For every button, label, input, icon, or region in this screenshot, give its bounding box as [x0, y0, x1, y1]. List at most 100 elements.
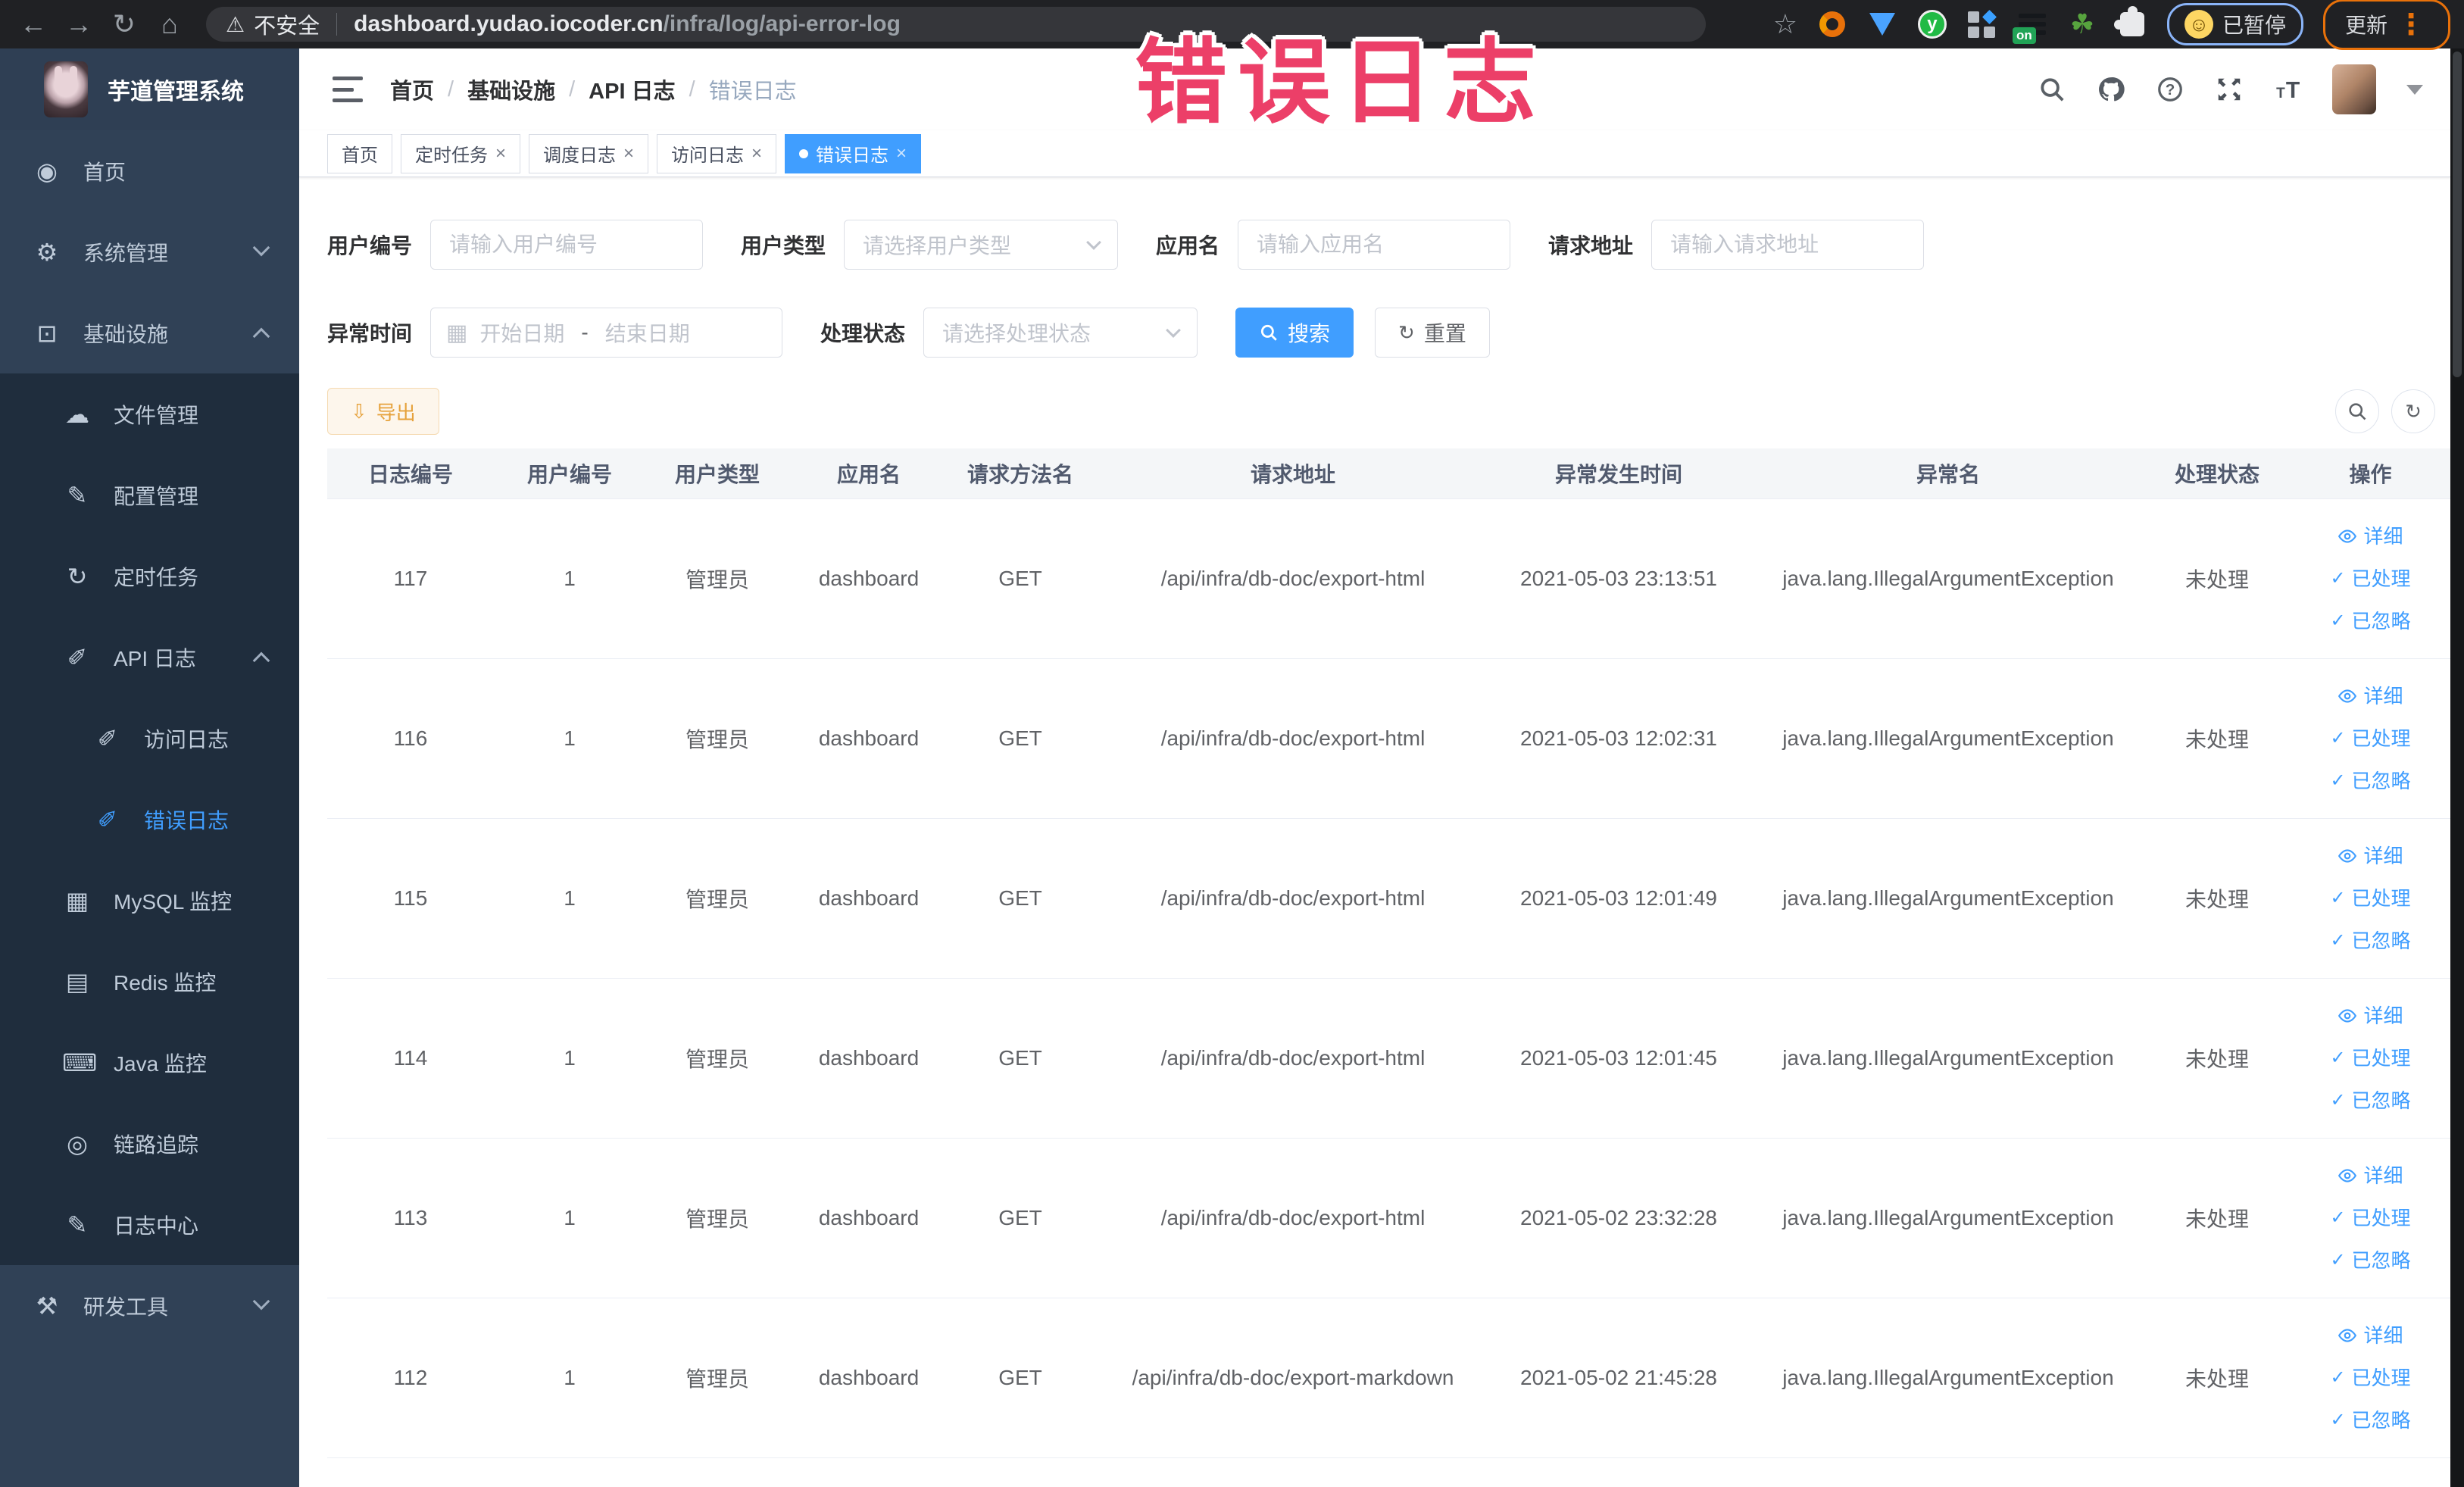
detail-link[interactable]: 详细	[2281, 1314, 2450, 1357]
tab[interactable]: 首页	[327, 133, 392, 173]
mark-processed-link[interactable]: ✓ 已处理	[2281, 1197, 2450, 1239]
sidebar-toggle-icon[interactable]	[333, 77, 363, 102]
mark-processed-link[interactable]: ✓ 已处理	[2281, 1037, 2450, 1079]
process-status-select[interactable]: 请选择处理状态	[923, 308, 1198, 358]
extension-leaf-icon[interactable]: ☘	[2067, 8, 2097, 39]
mark-ignored-link[interactable]: ✓ 已忽略	[2281, 1079, 2450, 1122]
export-button[interactable]: ⇩ 导出	[327, 388, 439, 435]
fullscreen-icon[interactable]	[2214, 74, 2244, 105]
detail-link[interactable]: 详细	[2281, 835, 2450, 877]
url-host[interactable]: dashboard.yudao.iocoder.cn	[354, 11, 663, 37]
mark-processed-link[interactable]: ✓ 已处理	[2281, 558, 2450, 600]
bookmark-star-icon[interactable]: ☆	[1773, 8, 1797, 40]
browser-menu-icon[interactable]: ⋮	[2397, 8, 2425, 42]
mark-ignored-link[interactable]: ✓ 已忽略	[2281, 1399, 2450, 1442]
reload-button[interactable]: ↻	[105, 5, 144, 44]
user-id-input[interactable]	[430, 220, 704, 270]
home-button[interactable]: ⌂	[150, 5, 189, 44]
detail-link[interactable]: 详细	[2281, 515, 2450, 558]
mark-ignored-link[interactable]: ✓ 已忽略	[2281, 600, 2450, 642]
process-status-placeholder: 请选择处理状态	[942, 322, 1091, 345]
tab-close-icon[interactable]: ×	[896, 144, 907, 163]
extension-orange-icon[interactable]	[1817, 9, 1847, 39]
tab-close-icon[interactable]: ×	[623, 144, 634, 163]
breadcrumb-link[interactable]: API 日志	[589, 73, 675, 105]
avatar[interactable]	[2332, 64, 2376, 114]
extension-y-icon[interactable]: y	[1917, 9, 1947, 39]
user-type-select[interactable]: 请选择用户类型	[844, 220, 1119, 270]
sidebar-item[interactable]: ✎ 日志中心	[0, 1184, 299, 1265]
timer-icon: ↻	[67, 562, 88, 590]
caret-down-icon[interactable]	[2406, 84, 2423, 95]
mark-ignored-link[interactable]: ✓ 已忽略	[2281, 920, 2450, 962]
url-path[interactable]: /infra/log/api-error-log	[664, 11, 901, 37]
request-url-input[interactable]	[1651, 220, 1925, 270]
sidebar-item-label: 研发工具	[83, 1295, 169, 1319]
sidebar-item[interactable]: ⌨ Java 监控	[0, 1022, 299, 1103]
column-header[interactable]: 日志编号	[327, 448, 494, 499]
sidebar-item[interactable]: ▤ Redis 监控	[0, 941, 299, 1022]
tab[interactable]: 调度日志 ×	[529, 133, 649, 173]
sidebar-item[interactable]: ↻ 定时任务	[0, 536, 299, 617]
mark-processed-link[interactable]: ✓ 已处理	[2281, 877, 2450, 920]
paused-extension-pill[interactable]: ☺ 已暂停	[2166, 3, 2303, 45]
sidebar-item[interactable]: ▦ MySQL 监控	[0, 860, 299, 941]
search-icon[interactable]	[2037, 74, 2067, 105]
column-header[interactable]: 处理状态	[2153, 448, 2281, 499]
mark-ignored-link[interactable]: ✓ 已忽略	[2281, 760, 2450, 802]
extension-on-icon[interactable]: on	[2012, 9, 2047, 44]
help-icon[interactable]: ?	[2155, 74, 2185, 105]
tab[interactable]: 错误日志 ×	[785, 133, 922, 173]
detail-link[interactable]: 详细	[2281, 675, 2450, 717]
app-name-input[interactable]	[1238, 220, 1511, 270]
security-label[interactable]: 不安全	[254, 8, 320, 40]
refresh-table-button[interactable]: ↻	[2391, 389, 2435, 433]
mark-processed-link[interactable]: ✓ 已处理	[2281, 717, 2450, 760]
reset-button[interactable]: ↻ 重置	[1375, 308, 1490, 358]
extension-grid-icon[interactable]	[1967, 9, 1997, 39]
column-header[interactable]: 应用名	[789, 448, 948, 499]
font-size-icon[interactable]: TT	[2273, 74, 2303, 105]
column-header[interactable]: 异常名	[1744, 448, 2153, 499]
mark-ignored-link[interactable]: ✓ 已忽略	[2281, 1239, 2450, 1282]
column-header[interactable]: 用户类型	[645, 448, 789, 499]
security-warning-icon[interactable]: ⚠	[226, 12, 245, 37]
sidebar-item[interactable]: ◎ 链路追踪	[0, 1103, 299, 1184]
breadcrumb-link[interactable]: 基础设施	[467, 73, 555, 105]
sidebar-item[interactable]: ✐ 访问日志	[0, 698, 299, 779]
search-button[interactable]: 搜索	[1235, 308, 1354, 358]
column-header[interactable]: 请求地址	[1092, 448, 1494, 499]
check-icon: ✓	[2330, 1409, 2346, 1430]
tab-close-icon[interactable]: ×	[495, 144, 506, 163]
extension-drop-icon[interactable]	[1867, 9, 1897, 39]
back-button[interactable]: ←	[14, 5, 53, 44]
extensions-puzzle-icon[interactable]	[2113, 6, 2147, 39]
column-header[interactable]: 请求方法名	[948, 448, 1092, 499]
github-icon[interactable]	[2096, 74, 2126, 105]
update-button[interactable]: 更新 ⋮	[2322, 0, 2450, 50]
sidebar-item[interactable]: ◉ 首页	[0, 130, 299, 211]
app-logo[interactable]: 芋道管理系统	[0, 48, 299, 130]
tab[interactable]: 访问日志 ×	[657, 133, 777, 173]
sidebar-item[interactable]: ⚙ 系统管理	[0, 211, 299, 292]
sidebar-item[interactable]: ✐ API 日志	[0, 617, 299, 698]
tab[interactable]: 定时任务 ×	[401, 133, 521, 173]
exception-time-range-picker[interactable]: ▦ 开始日期 - 结束日期	[430, 308, 783, 358]
breadcrumb-link[interactable]: 首页	[390, 73, 434, 105]
column-header[interactable]: 异常发生时间	[1494, 448, 1744, 499]
tab-close-icon[interactable]: ×	[751, 144, 762, 163]
page-scrollbar[interactable]	[2450, 48, 2464, 1487]
sidebar-item[interactable]: ⚒ 研发工具	[0, 1265, 299, 1346]
detail-link[interactable]: 详细	[2281, 995, 2450, 1037]
forward-button[interactable]: →	[59, 5, 98, 44]
mark-processed-link[interactable]: ✓ 已处理	[2281, 1357, 2450, 1399]
toggle-search-button[interactable]	[2335, 389, 2379, 433]
sidebar-item[interactable]: ☁ 文件管理	[0, 373, 299, 455]
sidebar-item[interactable]: ⊡ 基础设施	[0, 292, 299, 373]
detail-link[interactable]: 详细	[2281, 1154, 2450, 1197]
scrollbar-thumb[interactable]	[2453, 52, 2462, 377]
column-header[interactable]: 用户编号	[494, 448, 645, 499]
sidebar-item[interactable]: ✎ 配置管理	[0, 455, 299, 536]
column-header[interactable]: 操作	[2281, 448, 2450, 499]
sidebar-item[interactable]: ✐ 错误日志	[0, 779, 299, 860]
